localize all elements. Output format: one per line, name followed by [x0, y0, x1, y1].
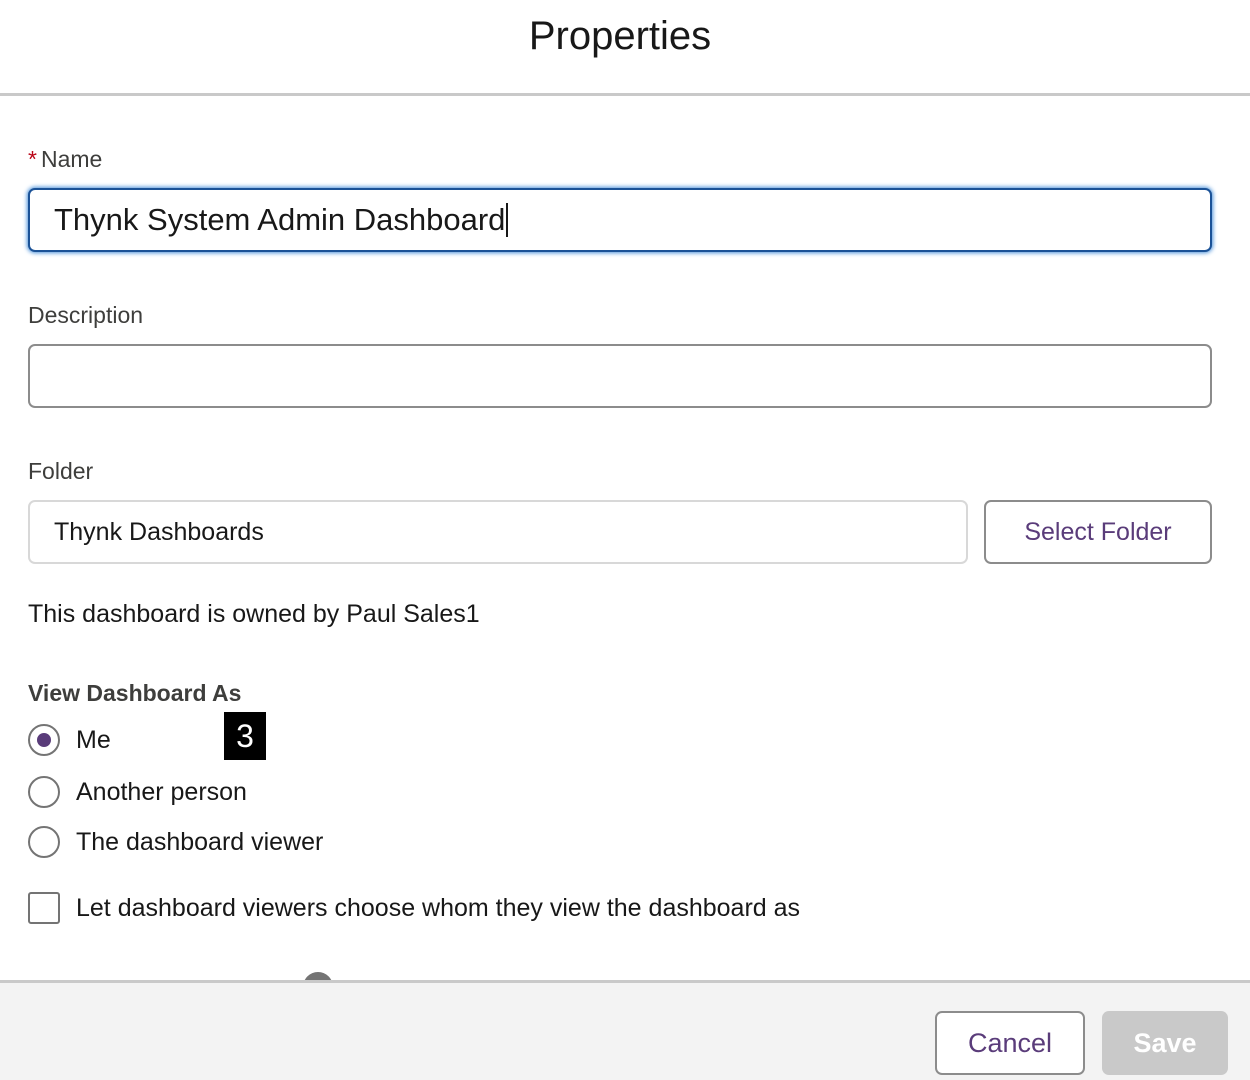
select-folder-button[interactable]: Select Folder — [984, 500, 1212, 564]
step-badge: 3 — [224, 712, 266, 760]
description-label: Description — [28, 302, 144, 328]
name-label: * Name — [28, 146, 103, 172]
let-viewers-choose-checkbox[interactable] — [28, 892, 60, 924]
radio-button-another-person[interactable] — [28, 776, 60, 808]
radio-option-another-person[interactable]: Another person — [28, 776, 247, 808]
description-input[interactable] — [28, 344, 1212, 408]
radio-button-dashboard-viewer[interactable] — [28, 826, 60, 858]
required-marker: * — [28, 146, 37, 172]
let-viewers-choose-option[interactable]: Let dashboard viewers choose whom they v… — [28, 892, 800, 924]
radio-label-dashboard-viewer: The dashboard viewer — [76, 827, 324, 856]
radio-button-me[interactable] — [28, 724, 60, 756]
modal-header: Properties — [0, 0, 1250, 96]
modal-title: Properties — [528, 14, 712, 58]
radio-label-me: Me — [76, 725, 111, 754]
radio-option-me[interactable]: Me — [28, 724, 111, 756]
folder-label: Folder — [28, 458, 94, 484]
owner-text: This dashboard is owned by Paul Sales1 — [28, 600, 480, 628]
save-button[interactable]: Save — [1102, 1011, 1228, 1075]
radio-label-another-person: Another person — [76, 777, 247, 806]
name-input[interactable]: Thynk System Admin Dashboard — [28, 188, 1212, 252]
modal-body: * Name Thynk System Admin Dashboard Descr… — [0, 96, 1250, 980]
text-caret — [506, 203, 509, 237]
folder-input[interactable]: Thynk Dashboards — [28, 500, 968, 564]
view-dashboard-as-title: View Dashboard As — [28, 680, 242, 706]
modal-footer: Cancel Save — [0, 980, 1250, 1080]
let-viewers-choose-label: Let dashboard viewers choose whom they v… — [76, 893, 801, 922]
info-icon[interactable] — [303, 972, 333, 980]
radio-option-dashboard-viewer[interactable]: The dashboard viewer — [28, 826, 323, 858]
cancel-button[interactable]: Cancel — [935, 1011, 1085, 1075]
